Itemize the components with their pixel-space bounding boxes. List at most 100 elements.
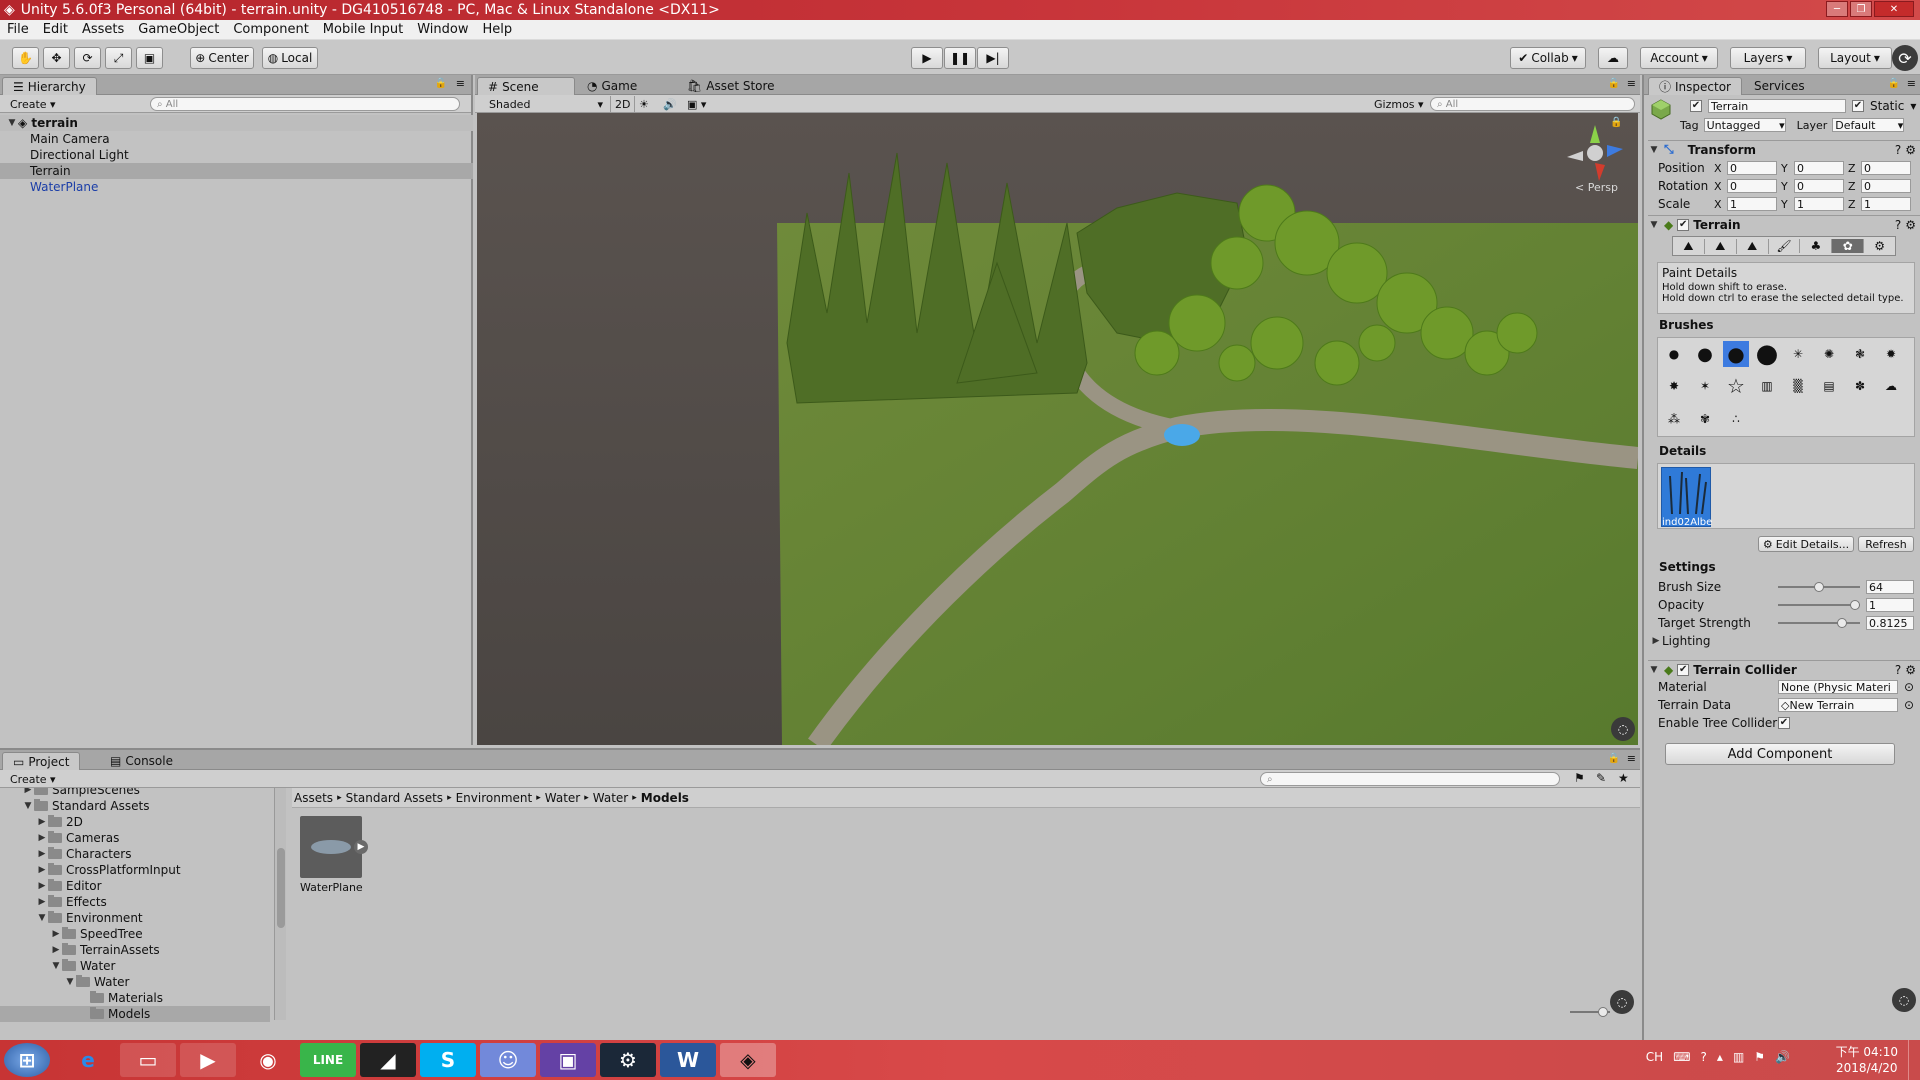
show-desktop-button[interactable] <box>1908 1040 1920 1080</box>
brush-blot-icon[interactable]: ✸ <box>1661 373 1687 399</box>
help-icon[interactable]: ? <box>1895 663 1901 677</box>
settings-gear-icon[interactable]: ⚙ <box>1905 143 1916 157</box>
menu-item-file[interactable]: File <box>0 22 36 37</box>
input-language[interactable]: CH <box>1646 1050 1663 1064</box>
breadcrumb-item[interactable]: Standard Assets <box>346 791 443 805</box>
layout-dropdown[interactable]: Layout ▾ <box>1818 47 1892 69</box>
project-folder[interactable]: ▼ Standard Assets <box>0 798 270 814</box>
rotation-x-field[interactable]: 0 <box>1727 179 1777 193</box>
cloud-button[interactable]: ☁ <box>1598 47 1628 69</box>
tab-services[interactable]: Services <box>1744 77 1815 95</box>
tab-project[interactable]: ▭ Project <box>2 752 81 770</box>
position-y-field[interactable]: 0 <box>1794 161 1844 175</box>
breadcrumb-item[interactable]: Models <box>641 791 689 805</box>
hierarchy-item[interactable]: Directional Light <box>0 147 473 163</box>
rotate-tool-button[interactable]: ⟳ <box>74 47 101 69</box>
word-icon[interactable]: W <box>660 1043 716 1077</box>
transform-header[interactable]: ▼ ⤡ Transform ? ⚙ <box>1648 140 1920 158</box>
opacity-slider[interactable] <box>1778 598 1860 612</box>
brush-soft-medium-icon[interactable]: ● <box>1692 341 1718 367</box>
scene-root[interactable]: ▼ ◈ terrain <box>0 115 473 131</box>
lighting-foldout[interactable]: ▶ Lighting <box>1650 633 1920 649</box>
terrain-collider-header[interactable]: ▼ ◆ ✔ Terrain Collider ? ⚙ <box>1648 660 1920 678</box>
asset-waterplane[interactable]: ▶ WaterPlane <box>300 816 372 900</box>
favorite-star-icon[interactable]: ★ <box>1618 771 1629 785</box>
project-folder[interactable]: ▶ Editor <box>0 878 270 894</box>
hierarchy-item[interactable]: WaterPlane <box>0 179 473 195</box>
expand-asset-icon[interactable]: ▶ <box>354 840 368 854</box>
volume-icon[interactable]: 🔊 <box>1775 1050 1790 1064</box>
brush-grass-icon[interactable]: ▥ <box>1754 373 1780 399</box>
chevron-down-icon[interactable]: ▾ <box>1910 99 1916 113</box>
brush-ring-icon[interactable]: ✾ <box>1692 406 1718 432</box>
tab-scene[interactable]: # Scene <box>477 77 575 95</box>
menu-item-window[interactable]: Window <box>410 22 475 37</box>
tag-dropdown[interactable]: Untagged ▾ <box>1703 118 1786 132</box>
tab-console[interactable]: ▤ Console <box>100 752 183 770</box>
smooth-height-icon[interactable]: ⛰ <box>1737 238 1769 254</box>
maximize-button[interactable]: ❐ <box>1850 1 1872 17</box>
layer-dropdown[interactable]: Default ▾ <box>1832 118 1905 132</box>
play-button[interactable]: ▶ <box>911 47 943 69</box>
tab-hierarchy[interactable]: ☰ Hierarchy <box>2 77 97 95</box>
panel-menu-icon[interactable]: ≡ <box>1627 752 1636 765</box>
project-folder[interactable]: Materials <box>0 990 270 1006</box>
project-search[interactable]: ⌕ <box>1260 772 1560 786</box>
project-folder[interactable]: ▼ Water <box>0 958 270 974</box>
layers-dropdown[interactable]: Layers ▾ <box>1730 47 1806 69</box>
twitch-icon[interactable]: ▣ <box>540 1043 596 1077</box>
add-component-button[interactable]: Add Component <box>1665 743 1895 765</box>
menu-item-gameobject[interactable]: GameObject <box>131 22 226 37</box>
static-checkbox[interactable]: ✔ <box>1852 100 1864 112</box>
lock-icon[interactable]: 🔒 <box>1888 78 1900 89</box>
rotation-y-field[interactable]: 0 <box>1794 179 1844 193</box>
project-folder[interactable]: ▶ SampleScenes <box>0 788 270 798</box>
menu-item-mobile-input[interactable]: Mobile Input <box>316 22 410 37</box>
raise-terrain-icon[interactable]: ⛰ <box>1673 238 1705 254</box>
target-strength-slider[interactable] <box>1778 616 1860 630</box>
target-strength-field[interactable]: 0.8125 <box>1866 616 1914 630</box>
shading-mode-dropdown[interactable]: Shaded ▾ <box>485 96 607 112</box>
brush-spark-icon[interactable]: ✶ <box>1692 373 1718 399</box>
lock-icon[interactable]: 🔒 <box>1608 78 1620 89</box>
menu-item-component[interactable]: Component <box>226 22 315 37</box>
file-explorer-icon[interactable]: ▭ <box>120 1043 176 1077</box>
project-folder[interactable]: Models <box>0 1006 270 1022</box>
lock-icon[interactable]: 🔒 <box>435 78 447 89</box>
lock-icon[interactable]: 🔒 <box>1608 753 1620 764</box>
menu-item-assets[interactable]: Assets <box>75 22 131 37</box>
chrome-icon[interactable]: ◉ <box>240 1043 296 1077</box>
brush-gear-icon[interactable]: ✹ <box>1878 341 1904 367</box>
tab-asset-store[interactable]: 🛍 Asset Store <box>677 77 785 95</box>
place-trees-icon[interactable]: ♣ <box>1800 239 1833 253</box>
object-picker-icon[interactable]: ⊙ <box>1904 680 1914 694</box>
terrain-data-field[interactable]: ◇ New Terrain <box>1778 698 1898 712</box>
breadcrumb-item[interactable]: Water <box>593 791 628 805</box>
effects-dropdown-icon[interactable]: ▣ ▾ <box>683 96 710 112</box>
start-button[interactable]: ⊞ <box>4 1043 50 1077</box>
project-folder[interactable]: ▶ Characters <box>0 846 270 862</box>
breadcrumb-item[interactable]: Assets <box>294 791 333 805</box>
brush-scatter-icon[interactable]: ∴ <box>1723 406 1749 432</box>
dark-app-icon[interactable]: ◢ <box>360 1043 416 1077</box>
media-player-icon[interactable]: ▶ <box>180 1043 236 1077</box>
tree-collider-checkbox[interactable]: ✔ <box>1778 717 1790 729</box>
brush-burst-icon[interactable]: ✺ <box>1816 341 1842 367</box>
brush-size-field[interactable]: 64 <box>1866 580 1914 594</box>
menu-item-edit[interactable]: Edit <box>36 22 75 37</box>
flag-icon[interactable]: ⚑ <box>1754 1050 1765 1064</box>
pivot-center-button[interactable]: ⊕ Center <box>190 47 254 69</box>
account-dropdown[interactable]: Account ▾ <box>1640 47 1718 69</box>
hand-tool-button[interactable]: ✋ <box>12 47 39 69</box>
hierarchy-item[interactable]: Terrain <box>0 163 473 179</box>
brush-flower-icon[interactable]: ❃ <box>1847 341 1873 367</box>
line-app-icon[interactable]: LINE <box>300 1043 356 1077</box>
close-button[interactable]: ✕ <box>1874 1 1914 17</box>
pivot-local-button[interactable]: ◍ Local <box>262 47 318 69</box>
paint-texture-icon[interactable]: 🖌 <box>1769 239 1801 253</box>
orientation-gizmo[interactable]: < Persp <box>1565 123 1625 195</box>
brush-star-icon[interactable]: ☆ <box>1723 373 1749 399</box>
scene-viewport[interactable]: < Persp 🔒 ◌ <box>477 113 1638 745</box>
scale-tool-button[interactable]: ⤢ <box>105 47 132 69</box>
opacity-field[interactable]: 1 <box>1866 598 1914 612</box>
